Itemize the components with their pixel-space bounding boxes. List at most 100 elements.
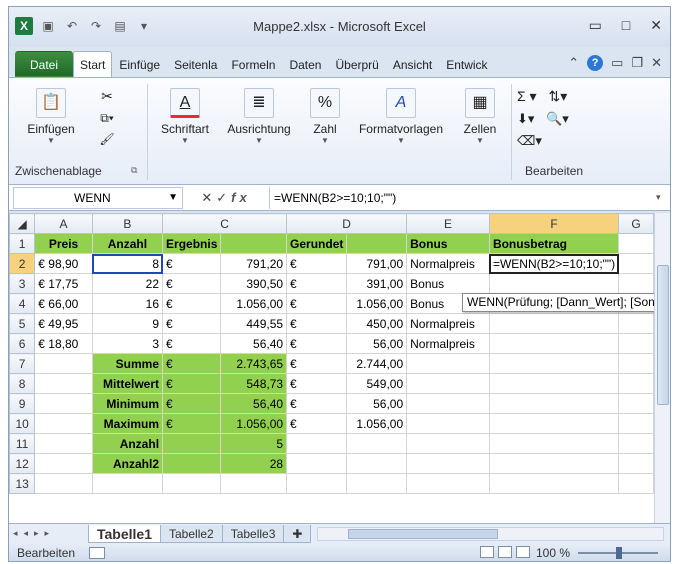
cell[interactable] bbox=[346, 233, 408, 254]
cell[interactable]: Bonus bbox=[406, 273, 490, 294]
cell[interactable] bbox=[220, 233, 288, 254]
cell[interactable] bbox=[286, 473, 348, 494]
insert-function-icon[interactable]: fx bbox=[231, 190, 251, 205]
cell[interactable]: 56,40 bbox=[220, 393, 288, 414]
cell[interactable]: € bbox=[286, 333, 348, 354]
sort-filter-icon[interactable]: ⇅▾ bbox=[548, 88, 567, 104]
cell[interactable]: € bbox=[162, 273, 222, 294]
sheet-nav-icon[interactable]: ◂◂▸▸ bbox=[9, 528, 89, 539]
column-header-d[interactable]: D bbox=[286, 213, 408, 234]
clear-icon[interactable]: ⌫▾ bbox=[517, 133, 542, 148]
cell[interactable]: 450,00 bbox=[346, 313, 408, 334]
tab-seitenlayout[interactable]: Seitenla bbox=[167, 51, 224, 77]
tab-einfuegen[interactable]: Einfüge bbox=[112, 51, 167, 77]
cell[interactable] bbox=[618, 393, 654, 414]
vertical-scroll-thumb[interactable] bbox=[657, 265, 669, 405]
cell[interactable] bbox=[406, 373, 490, 394]
cell[interactable]: € bbox=[286, 393, 348, 414]
doc-close-icon[interactable]: ✕ bbox=[651, 55, 662, 71]
row-header[interactable]: 1 bbox=[9, 233, 36, 254]
fill-icon[interactable]: ⬇▾ bbox=[517, 111, 534, 126]
column-header-e[interactable]: E bbox=[406, 213, 490, 234]
cell[interactable] bbox=[406, 393, 490, 414]
row-header[interactable]: 7 bbox=[9, 353, 36, 374]
row-header[interactable]: 13 bbox=[9, 473, 36, 494]
cell[interactable]: 1.056,00 bbox=[346, 293, 408, 314]
cell[interactable]: € bbox=[286, 273, 348, 294]
cell[interactable]: € bbox=[162, 293, 222, 314]
autosum-icon[interactable]: Σ ▾ bbox=[517, 88, 537, 104]
cell[interactable] bbox=[618, 373, 654, 394]
cell[interactable] bbox=[618, 313, 654, 334]
cell[interactable] bbox=[618, 473, 654, 494]
row-header[interactable]: 11 bbox=[9, 433, 36, 454]
cell[interactable]: Mittelwert bbox=[91, 373, 164, 394]
cell[interactable]: 548,73 bbox=[220, 373, 288, 394]
cell[interactable] bbox=[346, 473, 408, 494]
row-header[interactable]: 10 bbox=[9, 413, 36, 434]
cell[interactable] bbox=[618, 273, 654, 294]
cell[interactable] bbox=[162, 453, 222, 474]
cell[interactable]: Minimum bbox=[91, 393, 164, 414]
tab-entwicklertools[interactable]: Entwick bbox=[439, 51, 494, 77]
cell[interactable]: Ergebnis bbox=[162, 233, 222, 254]
cell[interactable]: € bbox=[162, 313, 222, 334]
cell[interactable]: € 18,80 bbox=[34, 333, 93, 354]
cell[interactable]: € 17,75 bbox=[34, 273, 93, 294]
cell[interactable]: Summe bbox=[91, 353, 164, 374]
cell[interactable] bbox=[488, 453, 620, 474]
cell[interactable] bbox=[618, 353, 654, 374]
cell[interactable] bbox=[488, 473, 620, 494]
cell[interactable]: 1.056,00 bbox=[220, 293, 288, 314]
insert-sheet-icon[interactable]: ✚ bbox=[283, 524, 312, 543]
find-icon[interactable]: 🔍▾ bbox=[546, 111, 569, 126]
cell[interactable]: 449,55 bbox=[220, 313, 288, 334]
zoom-slider[interactable] bbox=[578, 547, 658, 559]
cell[interactable]: Normalpreis bbox=[406, 313, 490, 334]
cell[interactable]: =WENN(B2>=10;10;"") bbox=[488, 253, 620, 274]
cell[interactable]: 22 bbox=[91, 273, 164, 294]
tab-daten[interactable]: Daten bbox=[282, 51, 328, 77]
cell[interactable] bbox=[618, 433, 654, 454]
column-header-g[interactable]: G bbox=[618, 213, 654, 234]
alignment-button[interactable]: ≣ Ausrichtung ▼ bbox=[221, 82, 297, 182]
cell[interactable]: € bbox=[162, 413, 222, 434]
cell[interactable] bbox=[162, 473, 222, 494]
row-header[interactable]: 9 bbox=[9, 393, 36, 414]
cell[interactable] bbox=[618, 233, 654, 254]
collapse-ribbon-icon[interactable]: ⌃ bbox=[568, 55, 579, 71]
cell[interactable] bbox=[34, 453, 93, 474]
cell[interactable] bbox=[488, 333, 620, 354]
cell[interactable]: € bbox=[162, 353, 222, 374]
cell[interactable]: 3 bbox=[91, 333, 164, 354]
cell[interactable] bbox=[91, 473, 164, 494]
sheet-tab-tabelle3[interactable]: Tabelle3 bbox=[221, 524, 285, 543]
cell[interactable]: Anzahl bbox=[91, 233, 164, 254]
cell[interactable]: € 66,00 bbox=[34, 293, 93, 314]
cell[interactable]: 56,00 bbox=[346, 393, 408, 414]
cell[interactable]: € 98,90 bbox=[34, 253, 93, 274]
cell[interactable] bbox=[220, 473, 288, 494]
cell[interactable]: € bbox=[286, 373, 348, 394]
select-all-corner[interactable]: ◢ bbox=[9, 213, 36, 234]
tab-ansicht[interactable]: Ansicht bbox=[386, 51, 439, 77]
cell[interactable]: 549,00 bbox=[346, 373, 408, 394]
maximize-icon[interactable]: □ bbox=[622, 17, 630, 34]
cell[interactable] bbox=[406, 413, 490, 434]
number-button[interactable]: % Zahl ▼ bbox=[303, 82, 347, 182]
enter-icon[interactable]: ✓ bbox=[216, 190, 231, 205]
row-header[interactable]: 6 bbox=[9, 333, 36, 354]
formula-input[interactable]: =WENN(B2>=10;10;"") bbox=[269, 186, 656, 209]
normal-view-icon[interactable] bbox=[480, 546, 494, 558]
help-icon[interactable]: ? bbox=[587, 55, 604, 71]
cells-button[interactable]: ▦ Zellen ▼ bbox=[455, 82, 505, 182]
cell[interactable]: 1.056,00 bbox=[346, 413, 408, 434]
cell[interactable]: € bbox=[286, 293, 348, 314]
cell[interactable]: € bbox=[286, 353, 348, 374]
dialog-launcher-icon[interactable]: ⧉ bbox=[131, 165, 137, 176]
cell[interactable]: 56,40 bbox=[220, 333, 288, 354]
cell[interactable] bbox=[406, 453, 490, 474]
cell[interactable]: € bbox=[162, 373, 222, 394]
name-box[interactable]: WENN ▼ bbox=[13, 186, 183, 209]
zoom-level[interactable]: 100 % bbox=[536, 546, 570, 560]
